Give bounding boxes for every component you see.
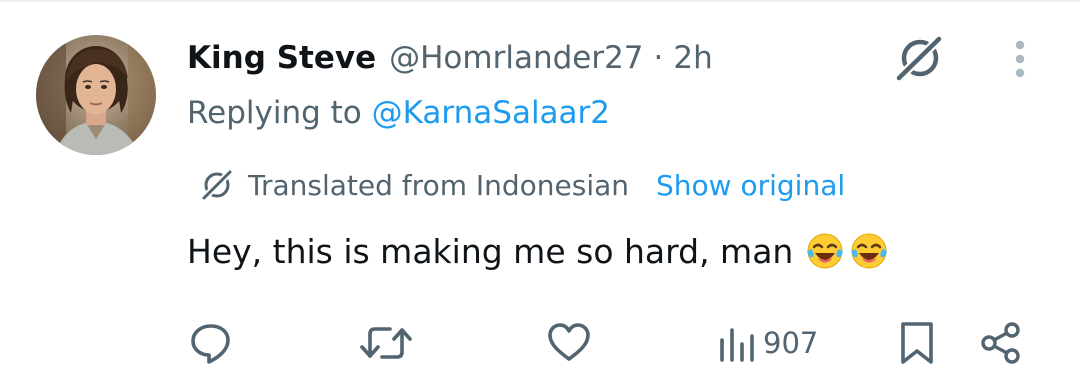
heart-icon [548, 323, 590, 361]
tweet[interactable]: King Steve @Homrlander27 · 2h Replying t… [0, 0, 1080, 390]
retweet-button[interactable] [360, 318, 412, 368]
author-name[interactable]: King Steve [187, 40, 376, 76]
retweet-icon [360, 327, 412, 359]
separator-dot: · [653, 40, 664, 76]
timestamp[interactable]: 2h [673, 40, 712, 76]
grok-icon[interactable] [893, 33, 945, 85]
replying-to-label: Replying to [187, 95, 362, 131]
views-count: 907 [763, 326, 819, 360]
replying-to: Replying to @KarnaSalaar2 [187, 95, 610, 131]
share-icon [981, 322, 1020, 364]
tweet-text: Hey, this is making me so hard, man [187, 228, 889, 274]
show-original-link[interactable]: Show original [656, 169, 845, 202]
translated-label: Translated from Indonesian [248, 168, 630, 202]
more-options-icon[interactable] [1005, 38, 1035, 82]
views-button[interactable]: 907 [717, 318, 818, 368]
replying-to-mention[interactable]: @KarnaSalaar2 [372, 95, 610, 131]
author-handle[interactable]: @Homrlander27 [389, 40, 643, 76]
tweet-header: King Steve @Homrlander27 · 2h [187, 36, 713, 80]
translation-bar: Translated from Indonesian Show original [200, 165, 845, 205]
tweet-body: Hey, this is making me so hard, man [187, 231, 794, 271]
bookmark-icon [901, 322, 933, 364]
views-icon [720, 328, 754, 362]
reply-icon [191, 324, 230, 364]
divider [0, 0, 1080, 2]
laughing-emoji-icon [807, 233, 844, 269]
bookmark-button[interactable] [897, 318, 937, 368]
translate-icon [200, 168, 234, 202]
reply-button[interactable] [188, 318, 234, 368]
share-button[interactable] [978, 318, 1024, 368]
laughing-emoji-icon [851, 233, 888, 269]
like-button[interactable] [546, 318, 592, 368]
avatar[interactable] [36, 35, 156, 155]
